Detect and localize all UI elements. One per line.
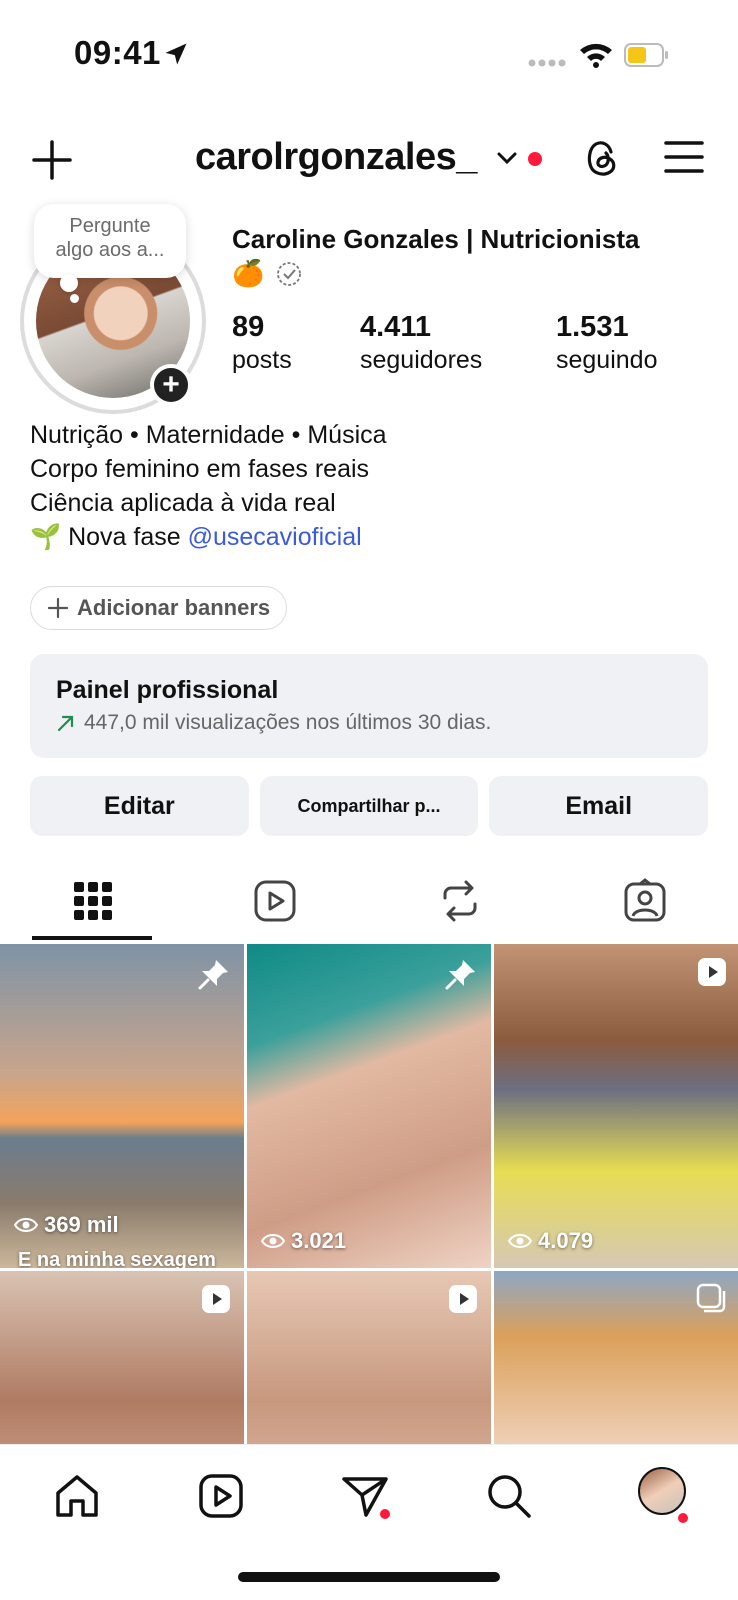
email-button[interactable]: Email xyxy=(489,776,709,836)
professional-dashboard[interactable]: Painel profissional 447,0 mil visualizaç… xyxy=(30,654,708,758)
reel-icon xyxy=(449,1285,477,1313)
stat-posts-value: 89 xyxy=(232,311,265,343)
tagged-tab-icon[interactable] xyxy=(622,878,668,924)
share-profile-button[interactable]: Compartilhar p... xyxy=(259,776,479,836)
add-banners-button[interactable]: Adicionar banners xyxy=(30,586,288,630)
note-bubble[interactable]: Pergunte algo aos a... xyxy=(34,204,186,278)
grid-post[interactable]: 3.021 xyxy=(247,944,491,1268)
profile-notification-dot xyxy=(678,1513,688,1523)
bio-line4-text: Nova fase xyxy=(61,523,188,551)
edit-profile-button[interactable]: Editar xyxy=(30,776,249,836)
wifi-icon xyxy=(580,43,612,68)
note-line1: Pergunte xyxy=(69,215,151,237)
trend-up-arrow-icon xyxy=(57,715,74,732)
stat-posts-label: posts xyxy=(232,346,292,374)
notification-dot xyxy=(528,152,542,166)
carousel-icon xyxy=(696,1283,726,1313)
stat-following-label: seguindo xyxy=(556,346,658,374)
reel-icon xyxy=(698,958,726,986)
pin-icon xyxy=(445,960,475,990)
stat-followers[interactable]: 4.411 seguidores xyxy=(360,310,482,376)
view-count: 4.079 xyxy=(508,1228,593,1254)
bio-line2: Corpo feminino em fases reais xyxy=(30,455,370,483)
grid-post[interactable]: 369 mil E na minha sexagem xyxy=(0,944,244,1268)
grid-post[interactable]: 4.079 xyxy=(494,944,738,1268)
panel-title: Painel profissional xyxy=(56,676,279,704)
view-count-value: 4.079 xyxy=(538,1228,594,1253)
panel-subtitle: 447,0 mil visualizações nos últimos 30 d… xyxy=(84,711,492,734)
seedling-emoji: 🌱 xyxy=(30,523,62,551)
profile-actions: Editar Compartilhar p... Email xyxy=(30,776,709,836)
chevron-down-icon[interactable] xyxy=(496,150,518,166)
battery-icon xyxy=(624,43,668,67)
bio-line4: 🌱 Nova fase @usecavioficial xyxy=(30,520,387,554)
username-switcher[interactable]: carolrgonzales_ xyxy=(195,136,477,179)
profile-full-name: Caroline Gonzales | Nutricionista xyxy=(232,224,640,254)
orange-emoji: 🍊 xyxy=(232,258,265,288)
messages-notification-dot xyxy=(380,1509,390,1519)
status-bar: 09:41 xyxy=(0,0,738,100)
reel-icon xyxy=(202,1285,230,1313)
profile-bio: Nutrição • Maternidade • Música Corpo fe… xyxy=(30,418,387,554)
search-icon[interactable] xyxy=(484,1471,534,1521)
threads-icon[interactable] xyxy=(580,136,624,180)
add-story-plus-icon[interactable]: + xyxy=(150,364,192,406)
eye-icon xyxy=(508,1234,532,1248)
stat-followers-value: 4.411 xyxy=(360,311,431,343)
stat-following-value: 1.531 xyxy=(556,311,629,343)
active-tab-indicator xyxy=(32,936,152,940)
verified-check-icon xyxy=(277,261,302,286)
plus-icon xyxy=(47,597,69,619)
add-banners-label: Adicionar banners xyxy=(77,595,271,620)
reels-tab-icon[interactable] xyxy=(252,878,298,924)
profile-tab-avatar[interactable] xyxy=(638,1467,686,1515)
grid-post[interactable] xyxy=(494,1271,738,1444)
pin-icon xyxy=(198,960,228,990)
view-count: 3.021 xyxy=(261,1228,346,1254)
view-count: 369 mil xyxy=(14,1212,119,1238)
reels-icon[interactable] xyxy=(196,1471,246,1521)
stat-following[interactable]: 1.531 seguindo xyxy=(556,310,657,376)
signal-dots-icon xyxy=(528,59,566,67)
view-count-value: 369 mil xyxy=(44,1212,119,1237)
post-caption-overlay: E na minha sexagem xyxy=(18,1249,216,1268)
content-tabs xyxy=(0,872,738,938)
panel-subtitle-row: 447,0 mil visualizações nos últimos 30 d… xyxy=(56,711,682,735)
bio-mention-link[interactable]: @usecavioficial xyxy=(188,523,362,551)
note-line2: algo aos a... xyxy=(55,239,165,261)
reposts-tab-icon[interactable] xyxy=(437,878,483,924)
view-count-value: 3.021 xyxy=(291,1228,347,1253)
home-icon[interactable] xyxy=(52,1471,102,1521)
grid-post[interactable] xyxy=(0,1271,244,1444)
location-arrow-icon xyxy=(165,43,187,65)
name-emoji-row: 🍊 xyxy=(232,258,302,289)
hamburger-menu-icon[interactable] xyxy=(664,140,704,174)
grid-post[interactable] xyxy=(247,1271,491,1444)
posts-grid: 369 mil E na minha sexagem 3.021 4.079 xyxy=(0,944,738,1444)
stat-followers-label: seguidores xyxy=(360,346,483,374)
bio-line1: Nutrição • Maternidade • Música xyxy=(30,421,387,449)
create-plus-icon[interactable] xyxy=(30,138,74,182)
bio-line3: Ciência aplicada à vida real xyxy=(30,489,336,517)
status-time: 09:41 xyxy=(74,34,161,71)
profile-header: carolrgonzales_ xyxy=(0,130,738,190)
note-bubble-tail-small xyxy=(70,294,79,303)
stat-posts[interactable]: 89 posts xyxy=(232,310,292,376)
eye-icon xyxy=(14,1218,38,1232)
eye-icon xyxy=(261,1234,285,1248)
home-indicator xyxy=(238,1572,500,1582)
grid-tab-icon[interactable] xyxy=(70,878,116,924)
note-bubble-tail xyxy=(60,274,78,292)
